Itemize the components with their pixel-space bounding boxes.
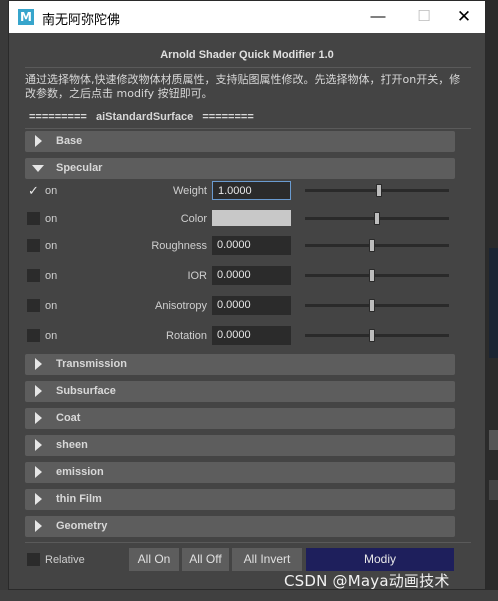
expand-arrow-icon <box>35 358 42 370</box>
attribute-label: Rotation <box>166 330 207 342</box>
background-viewport <box>486 0 498 601</box>
slider-handle[interactable] <box>374 212 380 225</box>
modify-button[interactable]: Modiy <box>306 548 454 571</box>
frame-emission[interactable]: emission <box>25 462 455 483</box>
slider-handle[interactable] <box>369 239 375 252</box>
frame-base[interactable]: Base <box>25 131 455 152</box>
tool-description: 通过选择物体,快速修改物体材质属性，支持贴图属性修改。先选择物体，打开on开关，… <box>25 73 461 100</box>
ior-field[interactable]: 0.0000 <box>212 266 291 285</box>
specular-weight-row: ✓ on Weight 1.0000 <box>25 181 455 203</box>
on-checkbox[interactable] <box>27 329 40 342</box>
on-label: on <box>45 240 58 252</box>
specular-ior-row: on IOR 0.0000 <box>25 266 455 288</box>
weight-field[interactable]: 1.0000 <box>212 181 291 200</box>
expand-arrow-icon <box>35 493 42 505</box>
frame-label: sheen <box>56 439 88 451</box>
frame-label: Specular <box>56 162 103 174</box>
attribute-label: Weight <box>172 185 207 197</box>
tool-title: Arnold Shader Quick Modifier 1.0 <box>160 49 334 61</box>
on-label: on <box>45 300 58 312</box>
anisotropy-slider[interactable] <box>305 304 449 307</box>
on-checkbox[interactable] <box>27 269 40 282</box>
relative-label: Relative <box>45 554 85 566</box>
frame-transmission[interactable]: Transmission <box>25 354 455 375</box>
frame-label: Transmission <box>56 358 127 370</box>
expand-arrow-icon <box>35 466 42 478</box>
on-label: on <box>45 213 58 225</box>
on-label: on <box>45 330 58 342</box>
section-title: ========= aiStandardSurface ======== <box>29 111 254 123</box>
all-invert-button[interactable]: All Invert <box>232 548 302 571</box>
frame-geometry[interactable]: Geometry <box>25 516 455 537</box>
rotation-field[interactable]: 0.0000 <box>212 326 291 345</box>
slider-handle[interactable] <box>369 329 375 342</box>
maya-app-icon: M <box>18 9 34 25</box>
frame-sheen[interactable]: sheen <box>25 435 455 456</box>
relative-checkbox[interactable] <box>27 553 40 566</box>
on-checkbox[interactable] <box>27 212 40 225</box>
attribute-label: Roughness <box>151 240 207 252</box>
modifier-window: M 南无阿弥陀佛 — ☐ ✕ Arnold Shader Quick Modif… <box>8 0 486 590</box>
divider <box>25 128 471 129</box>
slider-handle[interactable] <box>376 184 382 197</box>
on-checkbox[interactable] <box>27 299 40 312</box>
specular-roughness-row: on Roughness 0.0000 <box>25 236 455 258</box>
all-off-button[interactable]: All Off <box>182 548 229 571</box>
specular-color-row: on Color <box>25 209 455 231</box>
roughness-field[interactable]: 0.0000 <box>212 236 291 255</box>
viewport-fragment <box>489 430 498 450</box>
frame-label: Geometry <box>56 520 108 532</box>
window-title: 南无阿弥陀佛 <box>42 13 121 28</box>
on-label: on <box>45 270 58 282</box>
attribute-label: IOR <box>187 270 207 282</box>
minimize-button[interactable]: — <box>355 1 401 33</box>
ior-slider[interactable] <box>305 274 449 277</box>
expand-arrow-icon <box>35 135 42 147</box>
specular-rotation-row: on Rotation 0.0000 <box>25 326 455 348</box>
csdn-watermark: CSDN @Maya动画技术 <box>284 572 450 590</box>
frame-subsurface[interactable]: Subsurface <box>25 381 455 402</box>
frame-label: Coat <box>56 412 81 424</box>
roughness-slider[interactable] <box>305 244 449 247</box>
divider <box>25 542 471 543</box>
slider-handle[interactable] <box>369 269 375 282</box>
expand-arrow-icon <box>35 412 42 424</box>
specular-anisotropy-row: on Anisotropy 0.0000 <box>25 296 455 318</box>
frame-specular[interactable]: Specular <box>25 158 455 179</box>
attribute-label: Color <box>180 213 207 225</box>
slider-handle[interactable] <box>369 299 375 312</box>
expand-arrow-icon <box>35 520 42 532</box>
on-checkbox[interactable] <box>27 239 40 252</box>
collapse-arrow-icon <box>32 165 44 172</box>
on-checkbox[interactable]: ✓ <box>27 184 40 197</box>
bottom-bar: Relative All On All Off All Invert Modiy <box>25 547 455 571</box>
viewport-fragment <box>489 480 498 500</box>
frame-label: emission <box>56 466 104 478</box>
expand-arrow-icon <box>35 385 42 397</box>
on-label: on <box>45 185 58 197</box>
anisotropy-field[interactable]: 0.0000 <box>212 296 291 315</box>
close-button[interactable]: ✕ <box>441 1 487 33</box>
frame-label: thin Film <box>56 493 102 505</box>
attribute-label: Anisotropy <box>155 300 207 312</box>
expand-arrow-icon <box>35 439 42 451</box>
frame-thin-film[interactable]: thin Film <box>25 489 455 510</box>
title-bar[interactable]: M 南无阿弥陀佛 — ☐ ✕ <box>9 1 485 33</box>
frame-label: Base <box>56 135 83 147</box>
divider <box>25 67 471 68</box>
frame-coat[interactable]: Coat <box>25 408 455 429</box>
background-bottom <box>0 590 498 601</box>
viewport-fragment <box>489 248 498 358</box>
color-swatch[interactable] <box>212 210 291 226</box>
rotation-slider[interactable] <box>305 334 449 337</box>
frame-label: Subsurface <box>56 385 116 397</box>
all-on-button[interactable]: All On <box>129 548 179 571</box>
